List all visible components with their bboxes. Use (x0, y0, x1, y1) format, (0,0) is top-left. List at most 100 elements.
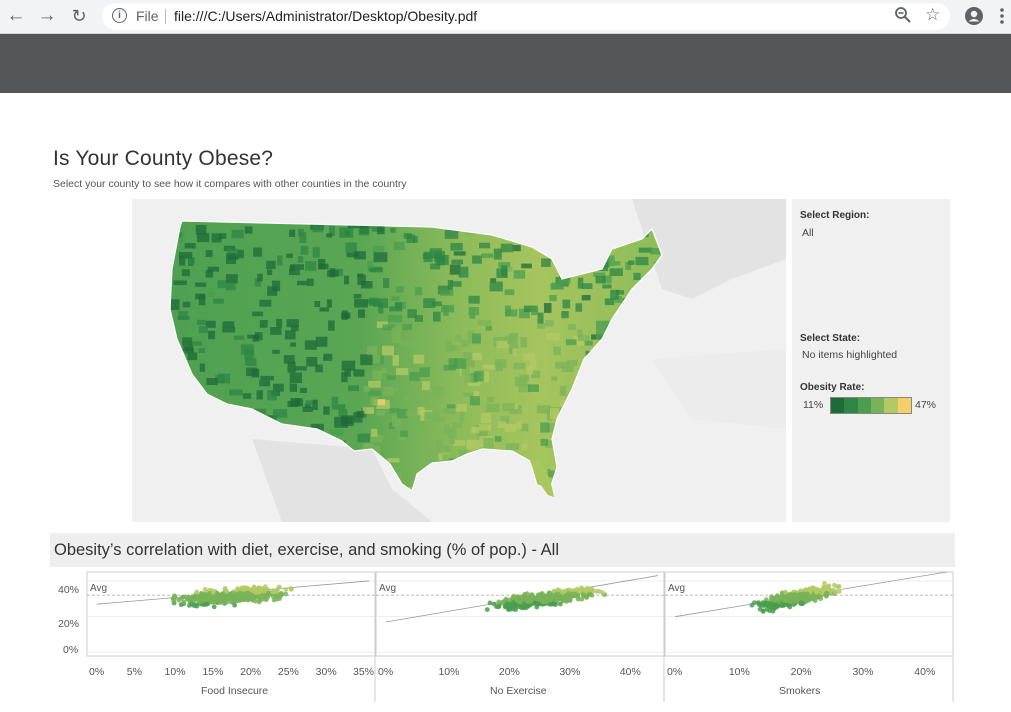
county-cell[interactable] (635, 386, 642, 394)
county-cell[interactable] (186, 400, 193, 406)
county-cell[interactable] (568, 428, 581, 438)
county-cell[interactable] (315, 364, 323, 373)
county-cell[interactable] (361, 281, 373, 289)
county-cell[interactable] (173, 280, 188, 285)
county-cell[interactable] (652, 344, 663, 350)
county-point[interactable] (182, 594, 188, 600)
select-region-dropdown[interactable]: All (802, 227, 814, 239)
county-cell[interactable] (245, 358, 257, 366)
county-cell[interactable] (304, 340, 317, 350)
county-cell[interactable] (545, 333, 560, 341)
county-cell[interactable] (242, 393, 252, 399)
county-cell[interactable] (603, 466, 611, 471)
county-cell[interactable] (559, 385, 567, 396)
county-cell[interactable] (260, 375, 275, 381)
county-cell[interactable] (270, 428, 282, 437)
county-cell[interactable] (602, 284, 612, 289)
county-cell[interactable] (383, 278, 390, 288)
county-cell[interactable] (642, 348, 649, 355)
county-cell[interactable] (193, 470, 203, 481)
county-cell[interactable] (286, 319, 299, 328)
county-point[interactable] (520, 605, 526, 611)
county-point[interactable] (787, 594, 792, 600)
county-cell[interactable] (297, 256, 304, 263)
county-cell[interactable] (187, 352, 198, 361)
county-cell[interactable] (189, 390, 196, 399)
county-cell[interactable] (644, 396, 658, 407)
county-cell[interactable] (504, 289, 515, 296)
county-point[interactable] (233, 596, 238, 602)
county-cell[interactable] (582, 283, 593, 289)
county-cell[interactable] (555, 361, 569, 369)
county-cell[interactable] (605, 418, 616, 425)
county-cell[interactable] (626, 481, 633, 488)
county-cell[interactable] (478, 424, 491, 431)
county-cell[interactable] (444, 230, 459, 239)
county-point[interactable] (232, 602, 238, 608)
county-cell[interactable] (203, 450, 211, 455)
county-cell[interactable] (447, 428, 457, 438)
county-cell[interactable] (339, 227, 354, 238)
county-cell[interactable] (403, 233, 412, 239)
county-cell[interactable] (177, 440, 186, 450)
county-cell[interactable] (475, 463, 489, 472)
county-cell[interactable] (209, 448, 217, 457)
county-cell[interactable] (458, 449, 468, 458)
county-cell[interactable] (544, 303, 552, 313)
county-point[interactable] (780, 602, 786, 608)
county-cell[interactable] (630, 337, 638, 344)
county-cell[interactable] (175, 439, 185, 445)
county-cell[interactable] (289, 269, 300, 276)
county-point[interactable] (567, 593, 573, 599)
county-cell[interactable] (537, 323, 546, 329)
county-cell[interactable] (653, 303, 664, 313)
county-cell[interactable] (253, 247, 262, 257)
county-point[interactable] (760, 608, 766, 614)
county-point[interactable] (229, 592, 235, 597)
county-cell[interactable] (489, 484, 500, 493)
county-point[interactable] (783, 589, 788, 595)
county-cell[interactable] (605, 324, 618, 336)
county-point[interactable] (833, 589, 838, 595)
county-cell[interactable] (583, 377, 596, 388)
county-cell[interactable] (170, 353, 176, 362)
county-cell[interactable] (634, 441, 648, 446)
county-cell[interactable] (432, 386, 444, 397)
county-cell[interactable] (330, 429, 344, 436)
county-cell[interactable] (370, 267, 384, 273)
county-cell[interactable] (632, 457, 644, 468)
county-cell[interactable] (608, 405, 623, 414)
county-cell[interactable] (222, 406, 236, 416)
county-cell[interactable] (610, 447, 619, 458)
county-cell[interactable] (327, 270, 339, 277)
county-point[interactable] (510, 602, 516, 608)
county-cell[interactable] (636, 294, 643, 306)
county-cell[interactable] (251, 368, 260, 378)
county-cell[interactable] (289, 372, 302, 383)
us-county-obesity-map[interactable] (132, 199, 786, 522)
county-cell[interactable] (558, 485, 565, 496)
county-cell[interactable] (428, 446, 440, 455)
county-cell[interactable] (371, 428, 378, 437)
county-cell[interactable] (272, 280, 281, 292)
county-cell[interactable] (566, 339, 577, 346)
county-point[interactable] (484, 607, 490, 612)
county-cell[interactable] (575, 455, 586, 466)
county-cell[interactable] (485, 473, 496, 484)
county-cell[interactable] (621, 433, 631, 439)
county-cell[interactable] (267, 389, 277, 401)
county-cell[interactable] (392, 355, 399, 366)
county-cell[interactable] (389, 306, 402, 312)
county-cell[interactable] (418, 394, 429, 403)
county-cell[interactable] (603, 449, 617, 460)
county-cell[interactable] (654, 378, 662, 390)
county-cell[interactable] (194, 463, 205, 470)
county-cell[interactable] (312, 247, 320, 258)
county-cell[interactable] (526, 365, 534, 375)
county-cell[interactable] (503, 479, 516, 491)
county-cell[interactable] (579, 412, 590, 422)
county-cell[interactable] (326, 299, 332, 308)
county-cell[interactable] (323, 353, 333, 361)
account-icon[interactable] (964, 6, 984, 31)
county-point[interactable] (551, 596, 557, 602)
